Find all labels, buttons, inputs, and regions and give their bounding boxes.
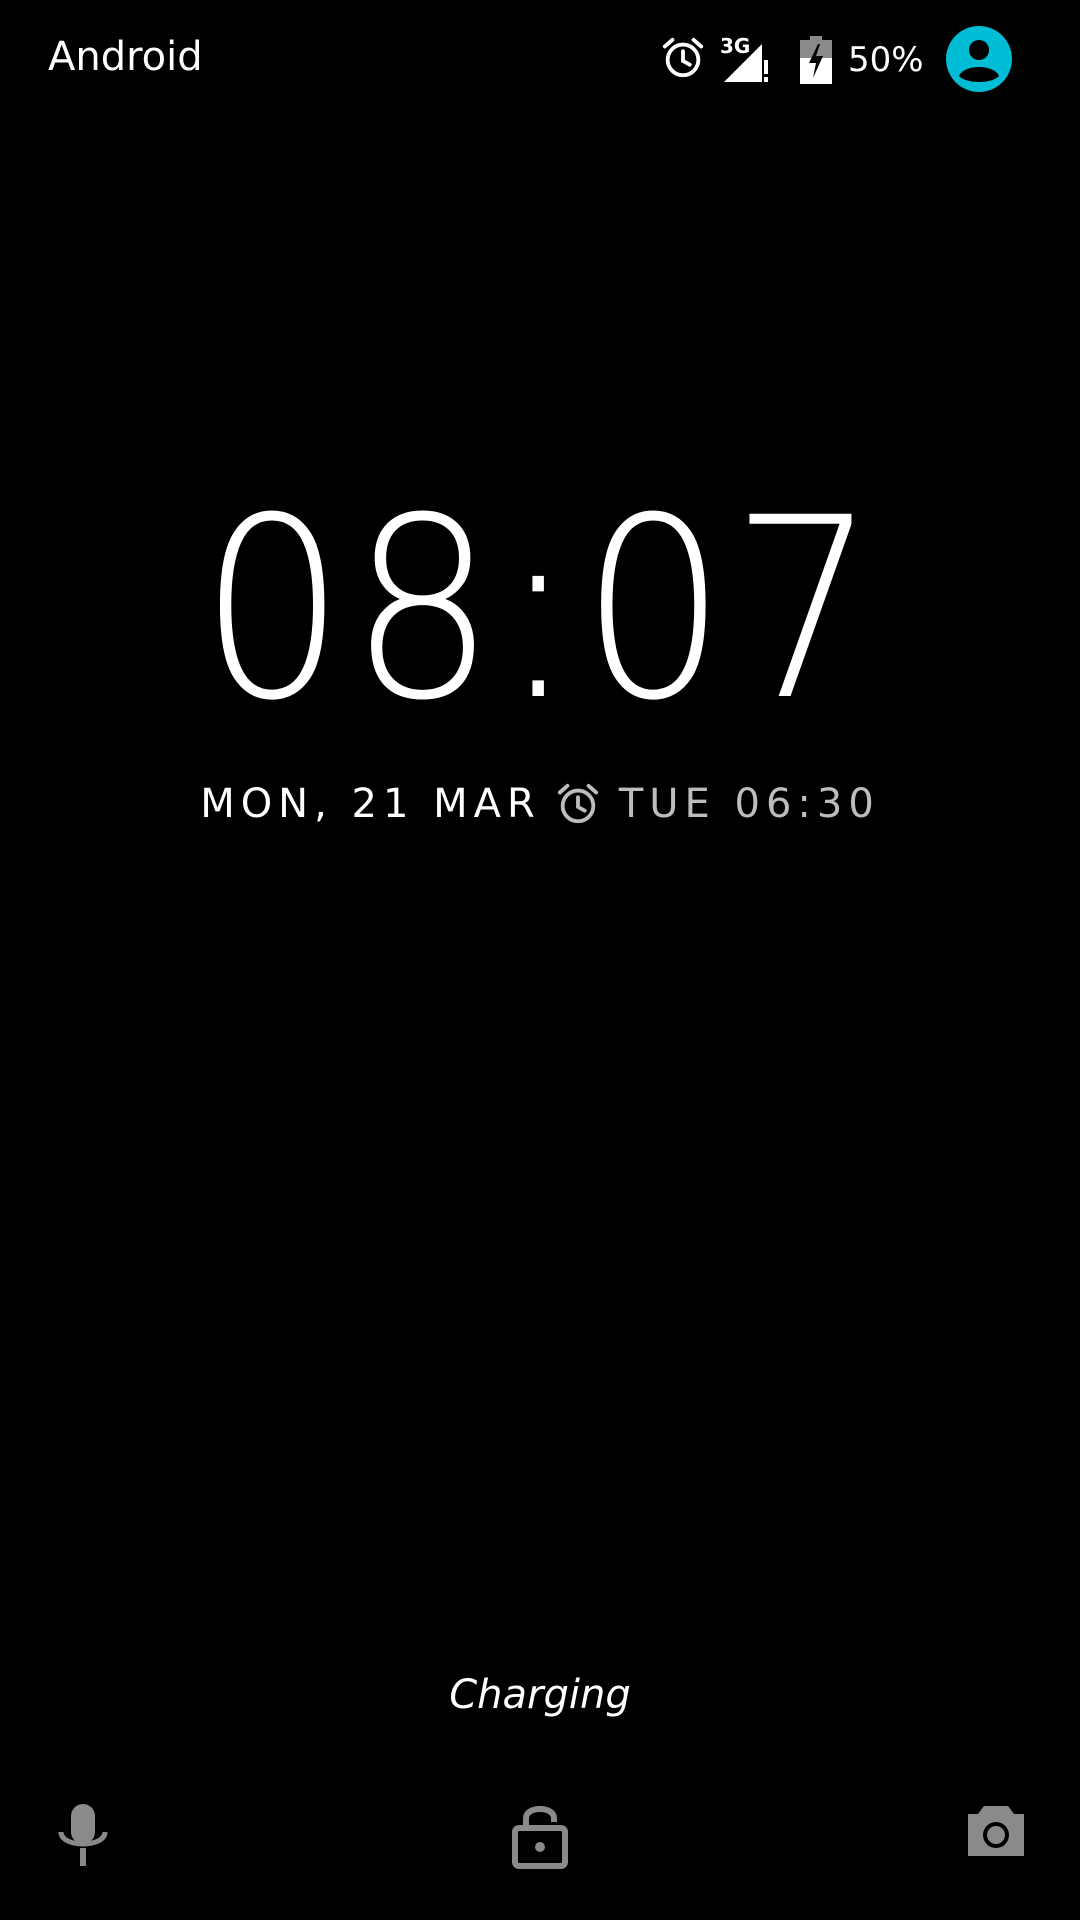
status-icons: 3G 50%: [660, 22, 1080, 98]
battery-percent: 50%: [848, 40, 924, 80]
battery-charging-icon: [800, 36, 832, 88]
carrier-label: Android: [48, 34, 203, 80]
lock-screen: Android 3G 50% 08:07 MON, 21 MAR TUE 06:…: [0, 0, 1080, 1920]
microphone-icon[interactable]: [56, 1800, 110, 1876]
alarm-icon: [555, 781, 601, 827]
clock-time: 08:07: [199, 464, 881, 755]
date-alarm-row: MON, 21 MAR TUE 06:30: [0, 776, 1080, 832]
alarm-icon: [660, 35, 706, 85]
user-avatar-icon[interactable]: [946, 26, 1012, 96]
next-alarm-label: TUE 06:30: [618, 781, 880, 827]
network-type-label: 3G: [720, 34, 751, 58]
date-label: MON, 21 MAR: [200, 781, 541, 827]
camera-icon[interactable]: [964, 1800, 1028, 1864]
charging-status: Charging: [449, 1672, 631, 1718]
lock-icon[interactable]: [510, 1800, 570, 1874]
